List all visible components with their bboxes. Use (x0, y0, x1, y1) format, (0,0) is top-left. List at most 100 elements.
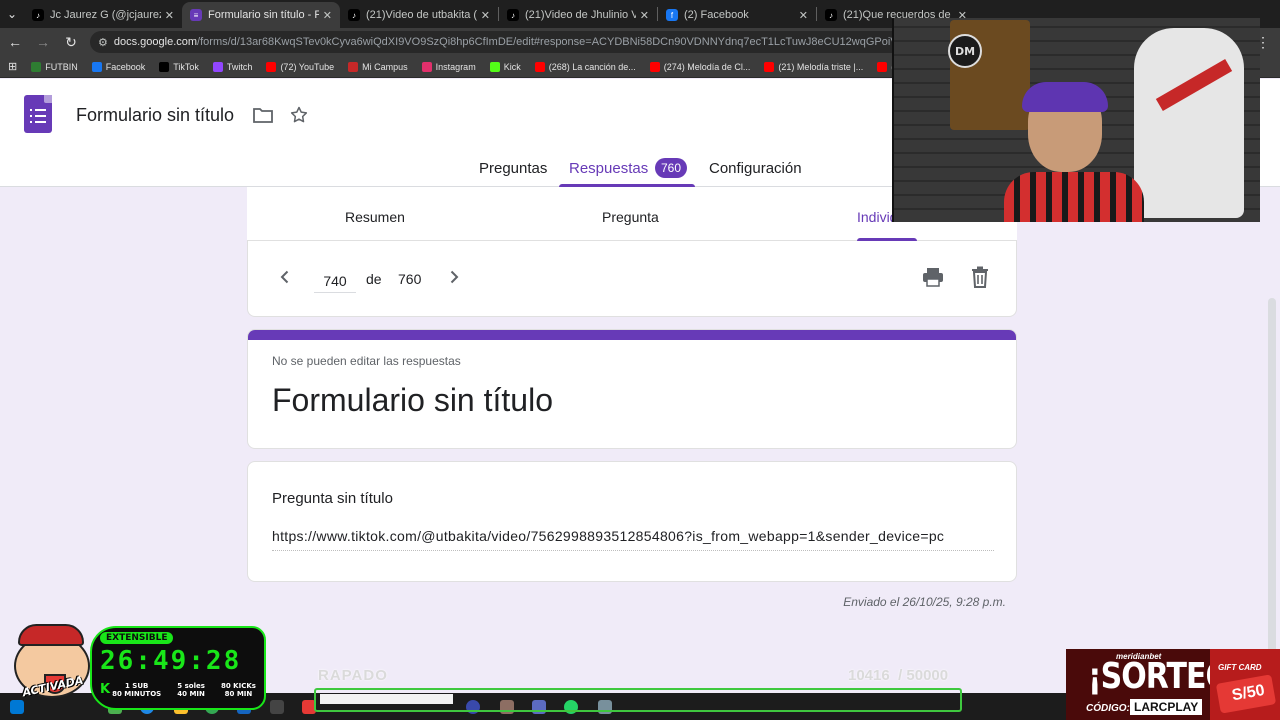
gift-card-amount: S/50 (1230, 681, 1267, 705)
star-icon[interactable] (289, 105, 309, 125)
response-number-input[interactable] (314, 269, 356, 293)
bookmark-favicon-icon (266, 61, 277, 72)
gift-card-icon: S/50 (1215, 674, 1277, 714)
timer-stats: K 1 SUB 80 MINUTOS 5 soles 40 MIN 80 KICKs… (92, 682, 264, 698)
timer-label: EXTENSIBLE (100, 632, 174, 644)
bookmark-item[interactable]: Kick (489, 61, 521, 72)
question-title: Pregunta sin título (272, 490, 393, 507)
back-arrow-icon[interactable]: ← (6, 34, 24, 50)
bookmark-item[interactable]: (268) La canción de... (534, 61, 636, 72)
code-label: CÓDIGO: (1086, 703, 1130, 714)
stat-subs: K 1 SUB 80 MINUTOS (100, 682, 162, 698)
bookmark-label: Instagram (435, 61, 476, 72)
chevron-right-icon[interactable] (444, 267, 464, 287)
chevron-left-icon[interactable] (275, 267, 295, 287)
browser-tab[interactable]: ≡ Formulario sin título - Formularios ✕ (182, 2, 340, 28)
bookmark-item[interactable]: Twitch (212, 61, 253, 72)
pager-of-label: de (366, 271, 382, 287)
bookmark-favicon-icon (91, 61, 102, 72)
tab-title: (21)Video de Jhulinio Vera (@jhulinio) (525, 9, 636, 21)
site-info-icon[interactable]: ⚙ (98, 36, 108, 49)
page-scrollbar[interactable] (1268, 298, 1276, 693)
bookmark-item[interactable]: FUTBIN (31, 61, 78, 72)
tab-favicon-icon: ♪ (348, 9, 360, 21)
close-tab-icon[interactable]: ✕ (323, 9, 332, 22)
response-pager: de 760 (247, 241, 1017, 317)
bookmark-favicon-icon (764, 61, 775, 72)
bookmark-label: Kick (503, 61, 521, 72)
bookmark-favicon-icon (877, 61, 888, 72)
reload-icon[interactable]: ↻ (62, 34, 80, 51)
tab-preguntas[interactable]: Preguntas (479, 160, 547, 177)
bookmark-label: Twitch (226, 61, 253, 72)
browser-tab[interactable]: ♪ Jc Jaurez G (@jcjaurezg) | TikTok ✕ (24, 2, 182, 28)
tab-favicon-icon: ♪ (825, 9, 837, 21)
close-tab-icon[interactable]: ✕ (799, 9, 808, 22)
tab-configuracion[interactable]: Configuración (709, 160, 802, 177)
browser-tab[interactable]: ♪ (21)Video de utbakita (@utbakita) ✕ (340, 2, 498, 28)
google-forms-logo-icon[interactable] (24, 95, 52, 133)
bookmark-label: TikTok (173, 61, 199, 72)
tab-respuestas[interactable]: Respuestas (569, 160, 648, 177)
mascot-logo: ACTIVADA (4, 622, 100, 714)
bookmark-favicon-icon (159, 61, 170, 72)
bookmark-favicon-icon (348, 61, 359, 72)
bookmark-item[interactable]: Mi Campus (348, 61, 408, 72)
subathon-timer-overlay: EXTENSIBLE 26:49:28 K 1 SUB 80 MINUTOS 5 … (0, 622, 268, 714)
subtab-resumen[interactable]: Resumen (345, 209, 405, 225)
bookmark-label: (268) La canción de... (548, 61, 636, 72)
apps-grid-icon[interactable]: ⊞ (8, 60, 17, 73)
stat-soles: 5 soles 40 MIN (177, 682, 205, 698)
browser-tab[interactable]: f (2) Facebook ✕ (658, 2, 816, 28)
responses-count-badge: 760 (655, 158, 688, 178)
bookmark-item[interactable]: (274) Melodía de Cl... (649, 61, 750, 72)
player-cutout (1134, 28, 1244, 218)
webcam-overlay: DM (892, 18, 1260, 222)
bookmark-item[interactable]: (21) Melodía triste |... (764, 61, 864, 72)
bookmark-favicon-icon (649, 61, 660, 72)
print-icon[interactable] (922, 267, 944, 287)
bookmark-item[interactable]: Instagram (421, 61, 476, 72)
bookmark-label: Facebook (105, 61, 146, 72)
obs-icon[interactable] (270, 700, 284, 714)
tab-favicon-icon: f (666, 9, 678, 21)
tab-favicon-icon: ♪ (32, 9, 44, 21)
stat-kicks: 80 KICKs 80 MIN (220, 682, 256, 698)
bookmark-item[interactable]: Facebook (91, 61, 146, 72)
folder-icon[interactable] (253, 107, 273, 123)
giveaway-banner: meridianbet ¡SORTEO! CÓDIGO: LARCPLAY GI… (1066, 649, 1280, 720)
timer-box: EXTENSIBLE 26:49:28 K 1 SUB 80 MINUTOS 5 … (90, 626, 266, 710)
browser-tab[interactable]: ♪ (21)Video de Jhulinio Vera (@jhulinio) ✕ (499, 2, 657, 28)
goal-progress-bar (314, 688, 962, 712)
trash-icon[interactable] (971, 266, 989, 288)
bookmark-label: (72) YouTube (280, 61, 335, 72)
bookmark-item[interactable]: TikTok (159, 61, 199, 72)
subtab-pregunta[interactable]: Pregunta (602, 209, 659, 225)
goal-count: 10416 / 50000 (848, 667, 949, 684)
bookmark-favicon-icon (31, 61, 42, 72)
submitted-timestamp: Enviado el 26/10/25, 9:28 p.m. (843, 595, 1006, 609)
close-tab-icon[interactable]: ✕ (640, 9, 649, 22)
bookmark-label: (21) Melodía triste |... (778, 61, 864, 72)
tab-favicon-icon: ≡ (190, 9, 202, 21)
gift-card-label: GIFT CARD (1218, 663, 1262, 672)
bookmark-item[interactable]: (72) YouTube (266, 61, 335, 72)
bookmark-favicon-icon (489, 61, 500, 72)
gift-card-panel: GIFT CARD S/50 (1210, 649, 1280, 720)
forward-arrow-icon[interactable]: → (34, 34, 52, 50)
form-title-card: No se pueden editar las respuestas Formu… (247, 329, 1017, 449)
streamer (1004, 82, 1144, 222)
close-tab-icon[interactable]: ✕ (481, 9, 490, 22)
read-only-notice: No se pueden editar las respuestas (272, 354, 461, 368)
club-badge-logo: DM (948, 34, 982, 68)
tab-title: Formulario sin título - Formularios (208, 9, 319, 21)
document-title[interactable]: Formulario sin título (76, 105, 234, 126)
tab-favicon-icon: ♪ (507, 9, 519, 21)
bookmark-label: FUTBIN (45, 61, 78, 72)
close-tab-icon[interactable]: ✕ (165, 9, 174, 22)
tabs-container: ♪ Jc Jaurez G (@jcjaurezg) | TikTok ✕ ≡ Form… (24, 0, 975, 28)
form-title: Formulario sin título (272, 382, 553, 418)
bookmark-favicon-icon (534, 61, 545, 72)
pager-total: 760 (398, 271, 422, 287)
tab-search-chevron-icon[interactable]: ⌄ (0, 0, 24, 28)
